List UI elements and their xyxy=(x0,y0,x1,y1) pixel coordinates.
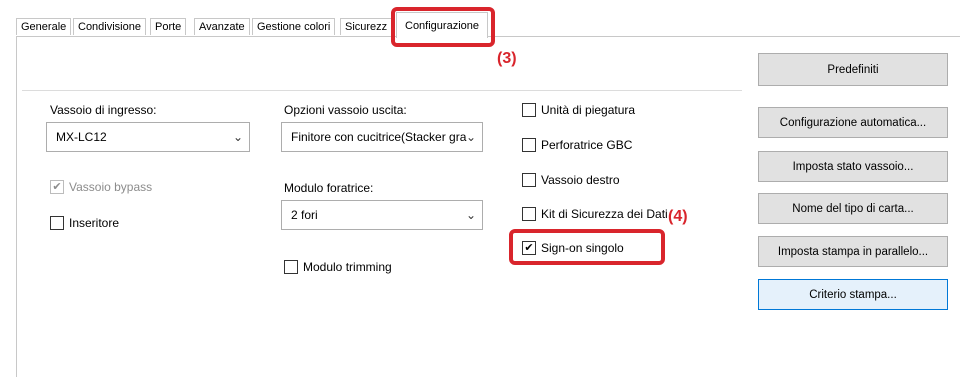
separator xyxy=(22,90,742,91)
callout-3: (3) xyxy=(497,50,517,67)
checkbox-box xyxy=(284,260,298,274)
input-tray-label: Vassoio di ingresso: xyxy=(50,103,157,117)
gbc-punch-label: Perforatrice GBC xyxy=(541,138,633,152)
right-tray-checkbox[interactable]: Vassoio destro xyxy=(522,173,620,187)
tab-porte[interactable]: Porte xyxy=(150,18,187,35)
parallel-print-button[interactable]: Imposta stampa in parallelo... xyxy=(758,236,948,267)
trimming-module-label: Modulo trimming xyxy=(303,260,392,274)
bypass-tray-label: Vassoio bypass xyxy=(69,180,153,194)
tab-condivisione[interactable]: Condivisione xyxy=(73,18,146,35)
punch-module-value: 2 fori xyxy=(291,208,318,222)
tab-gestione-colori[interactable]: Gestione colori xyxy=(252,18,336,35)
punch-module-select[interactable]: 2 fori ⌄ xyxy=(281,200,483,230)
output-options-label: Opzioni vassoio uscita: xyxy=(284,103,407,117)
callout-4: (4) xyxy=(668,208,688,225)
output-options-select[interactable]: Finitore con cucitrice(Stacker gran ⌄ xyxy=(281,122,483,152)
checkbox-box xyxy=(522,103,536,117)
highlight-box-checkbox xyxy=(509,229,665,265)
inserter-label: Inseritore xyxy=(69,216,120,230)
tab-sicurezza[interactable]: Sicurezz xyxy=(340,18,393,35)
set-tray-status-button[interactable]: Imposta stato vassoio... xyxy=(758,151,948,182)
checkbox-box xyxy=(522,138,536,152)
print-policy-button[interactable]: Criterio stampa... xyxy=(758,279,948,310)
inserter-checkbox[interactable]: Inseritore xyxy=(50,216,119,230)
bypass-tray-checkbox[interactable]: ✔ Vassoio bypass xyxy=(50,180,152,194)
folding-unit-label: Unità di piegatura xyxy=(541,103,636,117)
tab-avanzate[interactable]: Avanzate xyxy=(194,18,250,35)
right-tray-label: Vassoio destro xyxy=(541,173,620,187)
highlight-box-tab xyxy=(391,7,495,47)
data-security-kit-label: Kit di Sicurezza dei Dati xyxy=(541,207,668,221)
tab-generale[interactable]: Generale xyxy=(16,18,72,35)
data-security-kit-checkbox[interactable]: Kit di Sicurezza dei Dati xyxy=(522,207,668,221)
folding-unit-checkbox[interactable]: Unità di piegatura xyxy=(522,103,635,117)
output-options-value: Finitore con cucitrice(Stacker gran xyxy=(291,130,467,144)
gbc-punch-checkbox[interactable]: Perforatrice GBC xyxy=(522,138,632,152)
paper-type-name-button[interactable]: Nome del tipo di carta... xyxy=(758,193,948,224)
checkbox-box xyxy=(522,207,536,221)
chevron-down-icon: ⌄ xyxy=(465,130,476,144)
input-tray-select[interactable]: MX-LC12 ⌄ xyxy=(46,122,250,152)
checkbox-box xyxy=(522,173,536,187)
trimming-module-checkbox[interactable]: Modulo trimming xyxy=(284,260,392,274)
checkmark-icon: ✔ xyxy=(50,180,64,194)
chevron-down-icon: ⌄ xyxy=(465,208,476,222)
auto-configuration-button[interactable]: Configurazione automatica... xyxy=(758,107,948,138)
defaults-button[interactable]: Predefiniti xyxy=(758,53,948,86)
punch-module-label: Modulo foratrice: xyxy=(284,181,374,195)
checkbox-box xyxy=(50,216,64,230)
input-tray-value: MX-LC12 xyxy=(56,130,107,144)
chevron-down-icon: ⌄ xyxy=(232,130,243,144)
